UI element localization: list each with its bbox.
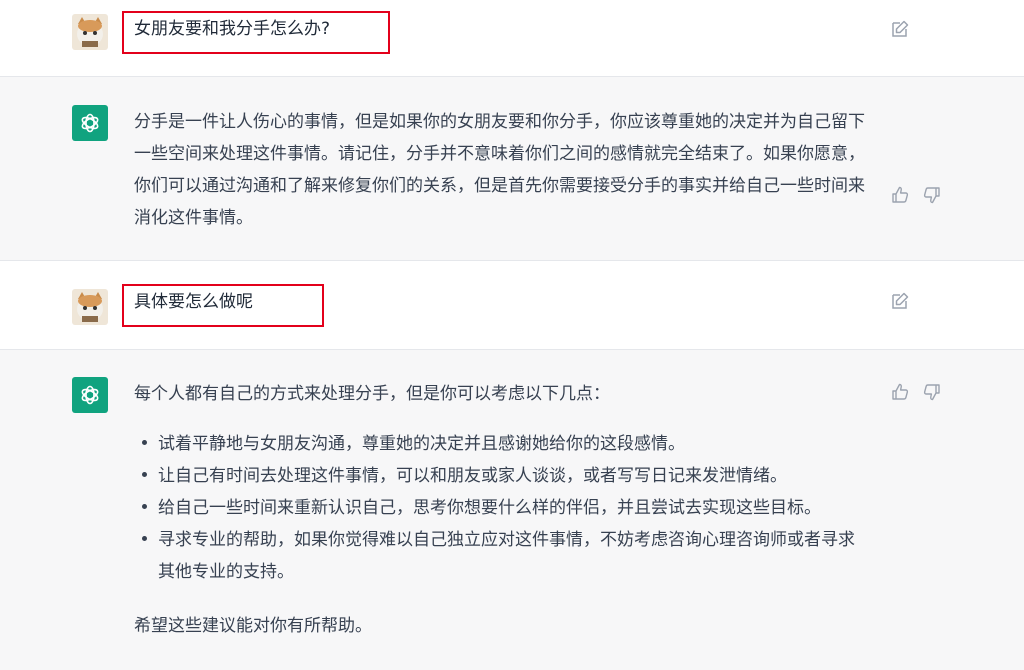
thumbs-down-icon[interactable] [922, 382, 942, 402]
user-message-2: 具体要怎么做呢 [0, 261, 1024, 350]
list-item: 试着平静地与女朋友沟通，尊重她的决定并且感谢她给你的这段感情。 [134, 428, 869, 460]
edit-icon[interactable] [890, 19, 910, 39]
suggestion-list: 试着平静地与女朋友沟通，尊重她的决定并且感谢她给你的这段感情。 让自己有时间去处… [134, 428, 869, 588]
thumbs-up-icon[interactable] [890, 382, 910, 402]
list-item: 给自己一些时间来重新认识自己，思考你想要什么样的伴侣，并且尝试去实现这些目标。 [134, 492, 869, 524]
user-message-1: 女朋友要和我分手怎么办? [0, 0, 1024, 77]
user-avatar-icon [72, 289, 108, 325]
list-item: 让自己有时间去处理这件事情，可以和朋友或家人谈谈，或者写写日记来发泄情绪。 [134, 460, 869, 492]
user-message-text: 具体要怎么做呢 [134, 292, 253, 312]
user-avatar-icon [72, 14, 108, 50]
openai-logo-icon [72, 377, 108, 413]
edit-icon[interactable] [890, 291, 910, 311]
assistant-outro: 希望这些建议能对你有所帮助。 [134, 616, 372, 636]
list-item: 寻求专业的帮助，如果你觉得难以自己独立应对这件事情，不妨考虑咨询心理咨询师或者寻… [134, 524, 869, 588]
assistant-message-2: 每个人都有自己的方式来处理分手，但是你可以考虑以下几点： 试着平静地与女朋友沟通… [0, 350, 1024, 670]
assistant-paragraph: 分手是一件让人伤心的事情，但是如果你的女朋友要和你分手，你应该尊重她的决定并为自… [134, 112, 865, 228]
openai-logo-icon [72, 105, 108, 141]
assistant-message-text: 分手是一件让人伤心的事情，但是如果你的女朋友要和你分手，你应该尊重她的决定并为自… [134, 106, 869, 234]
assistant-intro: 每个人都有自己的方式来处理分手，但是你可以考虑以下几点： [134, 384, 610, 404]
assistant-message-1: 分手是一件让人伤心的事情，但是如果你的女朋友要和你分手，你应该尊重她的决定并为自… [0, 77, 1024, 261]
thumbs-up-icon[interactable] [890, 185, 910, 205]
thumbs-down-icon[interactable] [922, 185, 942, 205]
assistant-message-text: 每个人都有自己的方式来处理分手，但是你可以考虑以下几点： 试着平静地与女朋友沟通… [134, 378, 869, 642]
user-message-text: 女朋友要和我分手怎么办? [134, 19, 331, 39]
